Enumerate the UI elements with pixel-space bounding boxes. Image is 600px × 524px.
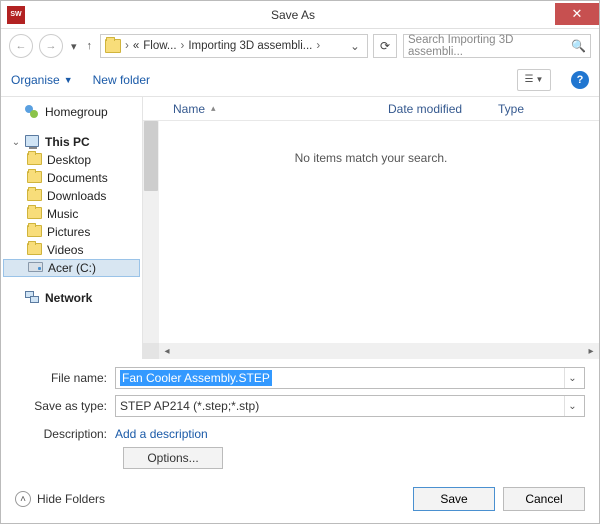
col-type[interactable]: Type [498, 102, 558, 116]
breadcrumb-seg1[interactable]: Flow... [143, 40, 176, 52]
breadcrumb-seg2[interactable]: Importing 3D assembli... [188, 40, 312, 52]
footer: ˄ Hide Folders Save Cancel [1, 479, 599, 523]
toolbar: Organise▼ New folder ☰▼ ? [1, 63, 599, 97]
search-input[interactable]: Search Importing 3D assembli... 🔍 [403, 34, 591, 58]
tree-music[interactable]: Music [3, 205, 140, 223]
title-bar: SW Save As ✕ [1, 1, 599, 29]
breadcrumb-dropdown[interactable]: ⌄ [347, 39, 363, 53]
breadcrumb-ellipsis[interactable]: « [133, 40, 139, 52]
scrollbar-thumb[interactable] [144, 121, 158, 191]
tree-drive-c[interactable]: Acer (C:) [3, 259, 140, 277]
nav-tree: Homegroup ⌄This PC Desktop Documents Dow… [1, 97, 143, 359]
breadcrumb[interactable]: › « Flow... › Importing 3D assembli... ›… [100, 34, 368, 58]
chevron-down-icon[interactable]: ⌄ [564, 396, 580, 416]
tree-pictures[interactable]: Pictures [3, 223, 140, 241]
view-options-button[interactable]: ☰▼ [517, 69, 551, 91]
filename-input[interactable]: Fan Cooler Assembly.STEP ⌄ [115, 367, 585, 389]
scroll-corner [143, 343, 159, 359]
empty-message: No items match your search. [295, 151, 448, 343]
close-button[interactable]: ✕ [555, 3, 599, 25]
vertical-scrollbar[interactable] [143, 121, 159, 343]
horizontal-scrollbar[interactable]: ◂ ▸ [143, 343, 599, 359]
cancel-button[interactable]: Cancel [503, 487, 585, 511]
filename-label: File name: [15, 371, 115, 385]
add-description-link[interactable]: Add a description [115, 427, 208, 441]
refresh-button[interactable]: ⟳ [373, 34, 397, 58]
tree-homegroup[interactable]: Homegroup [3, 103, 140, 121]
window-buttons: ✕ [555, 5, 599, 25]
collapse-icon[interactable]: ⌄ [11, 137, 21, 148]
description-label: Description: [15, 427, 115, 441]
file-pane: Name▴ Date modified Type No items match … [143, 97, 599, 359]
filename-value: Fan Cooler Assembly.STEP [120, 370, 272, 386]
organise-menu[interactable]: Organise▼ [11, 73, 73, 87]
tree-downloads[interactable]: Downloads [3, 187, 140, 205]
recent-dropdown[interactable]: ▾ [69, 40, 79, 53]
savetype-select[interactable]: STEP AP214 (*.step;*.stp) ⌄ [115, 395, 585, 417]
scroll-right-icon[interactable]: ▸ [583, 346, 599, 357]
savetype-value: STEP AP214 (*.step;*.stp) [120, 399, 564, 413]
chevron-right-icon: › [125, 40, 129, 52]
folder-icon [105, 39, 121, 53]
new-folder-button[interactable]: New folder [93, 73, 150, 87]
scroll-track[interactable] [175, 343, 583, 359]
help-button[interactable]: ? [571, 71, 589, 89]
chevron-right-icon: › [316, 40, 320, 52]
window-title: Save As [31, 8, 555, 22]
hide-folders-button[interactable]: ˄ Hide Folders [15, 491, 105, 507]
nav-row: ← → ▾ ↑ › « Flow... › Importing 3D assem… [1, 29, 599, 63]
save-as-dialog: SW Save As ✕ ← → ▾ ↑ › « Flow... › Impor… [0, 0, 600, 524]
search-icon: 🔍 [571, 39, 586, 53]
form-area: File name: Fan Cooler Assembly.STEP ⌄ Sa… [1, 359, 599, 479]
column-headers: Name▴ Date modified Type [143, 97, 599, 121]
sort-asc-icon: ▴ [211, 103, 216, 114]
chevron-right-icon: › [181, 40, 185, 52]
chevron-down-icon: ▼ [64, 75, 73, 85]
forward-button[interactable]: → [39, 34, 63, 58]
tree-network[interactable]: Network [3, 289, 140, 307]
tree-documents[interactable]: Documents [3, 169, 140, 187]
file-list: No items match your search. [143, 121, 599, 343]
savetype-label: Save as type: [15, 399, 115, 413]
search-placeholder: Search Importing 3D assembli... [408, 34, 571, 58]
options-button[interactable]: Options... [123, 447, 223, 469]
app-icon: SW [7, 6, 25, 24]
up-button[interactable]: ↑ [85, 40, 95, 52]
col-name[interactable]: Name▴ [173, 102, 388, 116]
col-date[interactable]: Date modified [388, 102, 498, 116]
tree-videos[interactable]: Videos [3, 241, 140, 259]
save-button[interactable]: Save [413, 487, 495, 511]
tree-desktop[interactable]: Desktop [3, 151, 140, 169]
back-button[interactable]: ← [9, 34, 33, 58]
chevron-down-icon[interactable]: ⌄ [564, 368, 580, 388]
body: Homegroup ⌄This PC Desktop Documents Dow… [1, 97, 599, 359]
scroll-left-icon[interactable]: ◂ [159, 346, 175, 357]
tree-this-pc[interactable]: ⌄This PC [3, 133, 140, 151]
chevron-up-icon: ˄ [15, 491, 31, 507]
